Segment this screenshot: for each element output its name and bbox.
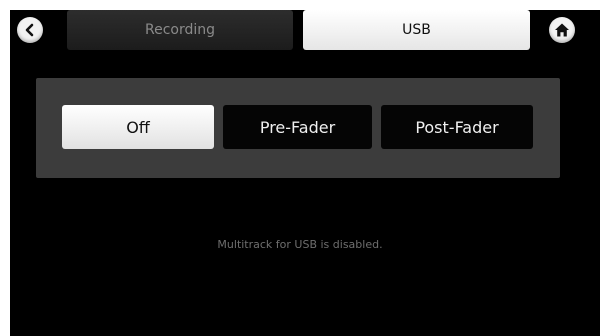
home-icon <box>555 23 569 37</box>
pre-fader-button[interactable]: Pre-Fader <box>223 105 372 149</box>
tab-recording[interactable]: Recording <box>67 10 293 50</box>
home-button[interactable] <box>549 17 575 43</box>
tab-usb[interactable]: USB <box>303 10 530 50</box>
back-button[interactable] <box>17 17 43 43</box>
status-message: Multitrack for USB is disabled. <box>217 238 383 251</box>
chevron-left-icon <box>25 23 34 37</box>
multitrack-mode-panel: Off Pre-Fader Post-Fader <box>36 78 560 178</box>
post-fader-button[interactable]: Post-Fader <box>381 105 533 149</box>
off-button[interactable]: Off <box>62 105 214 149</box>
